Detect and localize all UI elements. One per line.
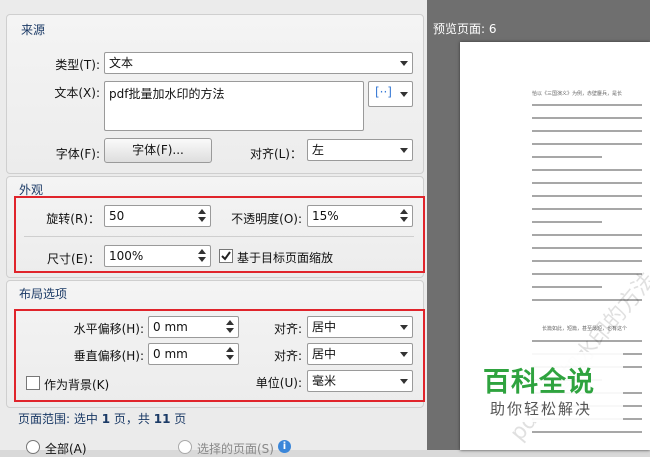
site-watermark-title: 百科全说 [483, 367, 595, 398]
chevron-down-icon [396, 317, 412, 337]
layout-section-title: 布局选项 [19, 287, 68, 301]
chevron-down-icon [396, 371, 412, 391]
page-range-summary: 页面范围: 选中 1 页，共 11 页 [18, 410, 186, 427]
v-align-value: 居中 [312, 347, 337, 361]
size-label: 尺寸(E)： [47, 252, 100, 266]
align-select[interactable]: 左 [307, 139, 413, 161]
h-offset-label: 水平偏移(H): [73, 322, 144, 336]
spin-arrows-icon[interactable] [222, 344, 238, 364]
insert-field-icon: [··] [375, 85, 392, 99]
source-section-title: 来源 [21, 23, 46, 37]
spin-arrows-icon[interactable] [396, 206, 412, 226]
page-range-suffix: 页 [174, 412, 187, 426]
v-offset-label: 垂直偏移(H): [73, 349, 144, 363]
opacity-value: 15% [312, 209, 339, 223]
unit-select[interactable]: 毫米 [307, 370, 413, 392]
h-align-value: 居中 [312, 320, 337, 334]
site-watermark-subtitle: 助你轻松解决 [490, 400, 593, 418]
opacity-spinbox[interactable]: 15% [307, 205, 413, 227]
rotation-spinbox[interactable]: 50 [104, 205, 211, 227]
selected-pages-label: 选择的页面(S) [197, 442, 274, 456]
rotation-value: 50 [109, 209, 125, 223]
insert-field-button[interactable]: [··] [368, 81, 413, 107]
page-range-selected: 1 [101, 412, 111, 426]
v-align-select[interactable]: 居中 [307, 343, 413, 365]
checkmark-icon [221, 251, 231, 261]
chevron-down-icon [396, 84, 412, 104]
rotation-label: 旋转(R)： [46, 212, 100, 226]
h-offset-spinbox[interactable]: 0 mm [148, 316, 239, 338]
spin-arrows-icon[interactable] [194, 206, 210, 226]
type-label: 类型(T): [55, 58, 100, 72]
relative-scale-checkbox[interactable] [219, 249, 233, 263]
all-pages-radio[interactable] [26, 440, 40, 454]
unit-label: 单位(U): [255, 376, 302, 390]
h-align-select[interactable]: 居中 [307, 316, 413, 338]
text-value: pdf批量加水印的方法 [109, 87, 225, 101]
page-range-mid: 页，共 [113, 412, 150, 426]
text-input[interactable]: pdf批量加水印的方法 [104, 81, 364, 131]
chevron-down-icon [396, 53, 412, 73]
spin-arrows-icon[interactable] [222, 317, 238, 337]
watermark-dialog: 来源 类型(T): 文本 文本(X): pdf批量加水印的方法 [··] 字体(… [0, 0, 427, 456]
size-spinbox[interactable]: 100% [104, 245, 211, 267]
opacity-label: 不透明度(O): [231, 212, 302, 226]
font-label: 字体(F): [55, 147, 100, 161]
v-align-label: 对齐: [273, 349, 302, 363]
type-select[interactable]: 文本 [104, 52, 413, 74]
type-value: 文本 [109, 56, 134, 70]
info-icon[interactable]: i [278, 440, 291, 453]
page-range-total: 11 [153, 412, 171, 426]
unit-value: 毫米 [312, 374, 337, 388]
preview-title: 预览页面: 6 [433, 22, 497, 36]
appearance-divider [24, 236, 414, 237]
as-background-checkbox[interactable] [26, 376, 40, 390]
as-background-label: 作为背景(K) [44, 378, 110, 392]
text-label: 文本(X): [54, 86, 100, 100]
page-range-prefix: 页面范围: 选中 [18, 412, 98, 426]
chevron-down-icon [396, 140, 412, 160]
relative-scale-label: 基于目标页面缩放 [237, 251, 334, 265]
align-label: 对齐(L)： [249, 147, 302, 161]
all-pages-label: 全部(A) [45, 442, 87, 456]
spin-arrows-icon[interactable] [194, 246, 210, 266]
chevron-down-icon [396, 344, 412, 364]
site-watermark: 百科全说 助你轻松解决 [473, 352, 623, 422]
align-value: 左 [312, 143, 325, 157]
font-button[interactable]: 字体(F)... [104, 138, 212, 163]
h-offset-value: 0 mm [153, 320, 188, 334]
v-offset-value: 0 mm [153, 347, 188, 361]
selected-pages-radio[interactable] [178, 440, 192, 454]
h-align-label: 对齐: [273, 322, 302, 336]
size-value: 100% [109, 249, 144, 263]
v-offset-spinbox[interactable]: 0 mm [148, 343, 239, 365]
